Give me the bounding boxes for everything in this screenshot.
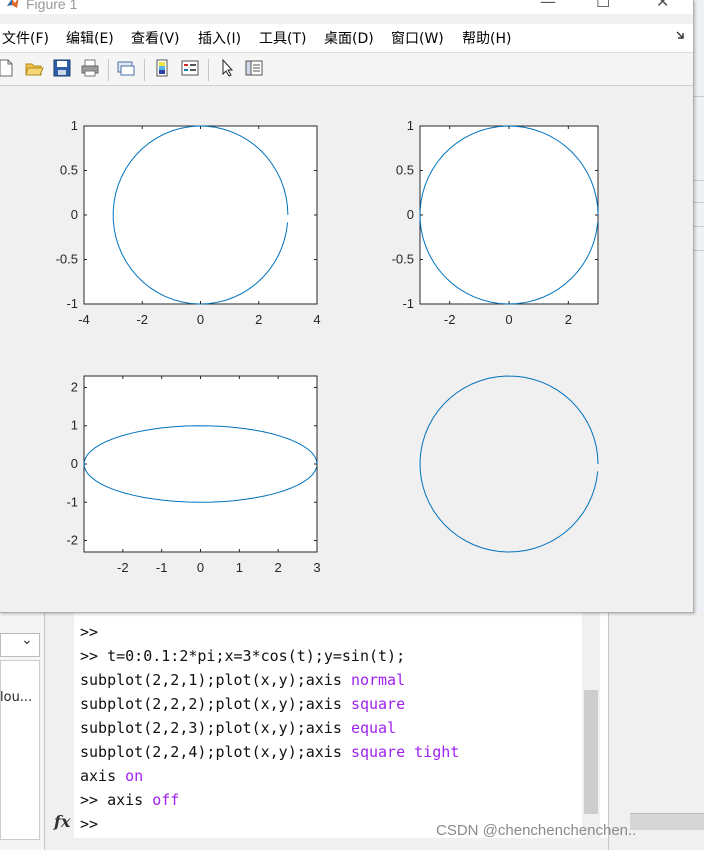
- x-tick-label: 0: [197, 560, 204, 575]
- horizontal-scrollbar[interactable]: [630, 813, 704, 830]
- axes-box[interactable]: [83, 375, 318, 553]
- x-tick-label: 3: [313, 560, 320, 575]
- command-line[interactable]: >>: [80, 620, 459, 644]
- menu-bar: 文件(F) 编辑(E) 查看(V) 插入(I) 工具(T) 桌面(D) 窗口(W…: [0, 24, 693, 53]
- y-tick-label: -2: [66, 533, 78, 548]
- y-tick-label: 0: [407, 207, 414, 222]
- toolbar-separator: [108, 59, 109, 81]
- y-tick-label: -1: [66, 494, 78, 509]
- command-line[interactable]: subplot(2,2,4);plot(x,y);axis square tig…: [80, 740, 459, 764]
- y-tick-label: 0: [71, 207, 78, 222]
- window-title: Figure 1: [26, 0, 78, 12]
- y-tick-label: 1: [407, 118, 414, 133]
- title-bar[interactable]: Figure 1 — ☐ ✕: [0, 0, 693, 14]
- minimize-button[interactable]: —: [540, 0, 556, 11]
- print-icon[interactable]: [80, 58, 100, 78]
- x-tick-label: -2: [117, 560, 129, 575]
- figure-window: Figure 1 — ☐ ✕ 文件(F) 编辑(E) 查看(V) 插入(I) 工…: [0, 0, 694, 613]
- command-keyword: off: [152, 791, 180, 809]
- menu-view[interactable]: 查看(V): [131, 28, 180, 48]
- maximize-button[interactable]: ☐: [596, 0, 610, 11]
- command-line[interactable]: subplot(2,2,3);plot(x,y);axis equal: [80, 716, 459, 740]
- command-line[interactable]: subplot(2,2,1);plot(x,y);axis normal: [80, 668, 459, 692]
- workspace-list[interactable]: [0, 660, 40, 840]
- menu-tools[interactable]: 工具(T): [259, 28, 306, 48]
- y-tick-label: -0.5: [392, 252, 414, 267]
- command-line[interactable]: axis on: [80, 764, 459, 788]
- command-text: >> axis: [80, 791, 153, 809]
- insert-colorbar-icon[interactable]: [152, 58, 172, 78]
- x-tick-label: 0: [197, 312, 204, 327]
- menu-insert[interactable]: 插入(I): [198, 28, 241, 48]
- link-plot-icon[interactable]: [116, 58, 136, 78]
- save-icon[interactable]: [52, 58, 72, 78]
- watermark: CSDN @chenchenchenchen..: [436, 822, 637, 839]
- x-tick-label: -4: [78, 312, 90, 327]
- command-keyword: on: [125, 767, 144, 785]
- insert-legend-icon[interactable]: [180, 58, 200, 78]
- series-line[interactable]: [419, 375, 599, 553]
- x-tick-label: 2: [255, 312, 262, 327]
- y-tick-label: -1: [402, 296, 414, 311]
- dock-arrow-icon[interactable]: [676, 30, 686, 40]
- menu-edit[interactable]: 编辑(E): [66, 28, 114, 48]
- menu-window[interactable]: 窗口(W): [391, 28, 444, 48]
- menu-file[interactable]: 文件(F): [2, 28, 49, 48]
- desktop-right-strip: [693, 0, 704, 612]
- command-line[interactable]: subplot(2,2,2);plot(x,y);axis square: [80, 692, 459, 716]
- command-keyword: equal: [350, 719, 397, 737]
- close-button[interactable]: ✕: [656, 0, 669, 11]
- y-tick-label: 0.5: [396, 163, 414, 178]
- chevron-down-icon: ⌄: [21, 632, 33, 648]
- toolbar: [0, 53, 693, 86]
- command-text: >>: [80, 623, 99, 641]
- y-tick-label: 0.5: [60, 163, 78, 178]
- x-tick-label: -1: [156, 560, 168, 575]
- y-tick-label: 2: [71, 379, 78, 394]
- command-text: subplot(2,2,4);plot(x,y);axis: [80, 743, 351, 761]
- command-text: subplot(2,2,1);plot(x,y);axis: [80, 671, 351, 689]
- menu-help[interactable]: 帮助(H): [462, 28, 511, 48]
- command-line[interactable]: >> axis off: [80, 788, 459, 812]
- fx-icon[interactable]: fx: [54, 812, 70, 831]
- y-tick-label: 1: [71, 118, 78, 133]
- command-scrollbar-thumb[interactable]: [584, 690, 598, 814]
- x-tick-label: 2: [565, 312, 572, 327]
- command-line[interactable]: >>: [80, 812, 459, 836]
- workspace-dropdown[interactable]: ⌄: [0, 632, 40, 657]
- workspace-list-item[interactable]: lou...: [0, 690, 32, 705]
- toolbar-separator: [208, 59, 209, 81]
- command-keyword: square: [350, 695, 406, 713]
- y-tick-label: -1: [66, 296, 78, 311]
- x-tick-label: -2: [136, 312, 148, 327]
- edit-plot-arrow-icon[interactable]: [218, 58, 238, 78]
- x-tick-label: -2: [444, 312, 456, 327]
- y-tick-label: 0: [71, 456, 78, 471]
- x-tick-label: 1: [236, 560, 243, 575]
- open-file-icon[interactable]: [24, 58, 44, 78]
- command-line[interactable]: >> t=0:0.1:2*pi;x=3*cos(t);y=sin(t);: [80, 644, 459, 668]
- property-inspector-icon[interactable]: [244, 58, 264, 78]
- command-text: subplot(2,2,3);plot(x,y);axis: [80, 719, 351, 737]
- command-text: >>: [80, 815, 99, 833]
- y-tick-label: -0.5: [56, 252, 78, 267]
- command-output[interactable]: >> >> t=0:0.1:2*pi;x=3*cos(t);y=sin(t); su…: [80, 620, 459, 836]
- toolbar-separator: [144, 59, 145, 81]
- x-tick-label: 4: [313, 312, 320, 327]
- command-text: >> t=0:0.1:2*pi;x=3*cos(t);y=sin(t);: [80, 647, 406, 665]
- x-tick-label: 2: [275, 560, 282, 575]
- matlab-logo-icon: [7, 0, 19, 8]
- menu-desktop[interactable]: 桌面(D): [324, 28, 374, 48]
- axes-box[interactable]: [419, 125, 599, 305]
- x-tick-label: 0: [505, 312, 512, 327]
- command-text: axis: [80, 767, 126, 785]
- command-text: subplot(2,2,2);plot(x,y);axis: [80, 695, 351, 713]
- plot-area[interactable]: -4 -2 0 2 4 1 0.5 0 -0.5 -1 -2 0 2 1 0.5 0 -0.5 -1 -2 -1 0 1 2…: [0, 86, 693, 612]
- command-gutter: [50, 612, 74, 838]
- axes-box[interactable]: [83, 125, 318, 305]
- y-tick-label: 1: [71, 418, 78, 433]
- new-figure-icon[interactable]: [0, 58, 16, 78]
- command-keyword: normal: [350, 671, 406, 689]
- command-keyword: square tight: [350, 743, 460, 761]
